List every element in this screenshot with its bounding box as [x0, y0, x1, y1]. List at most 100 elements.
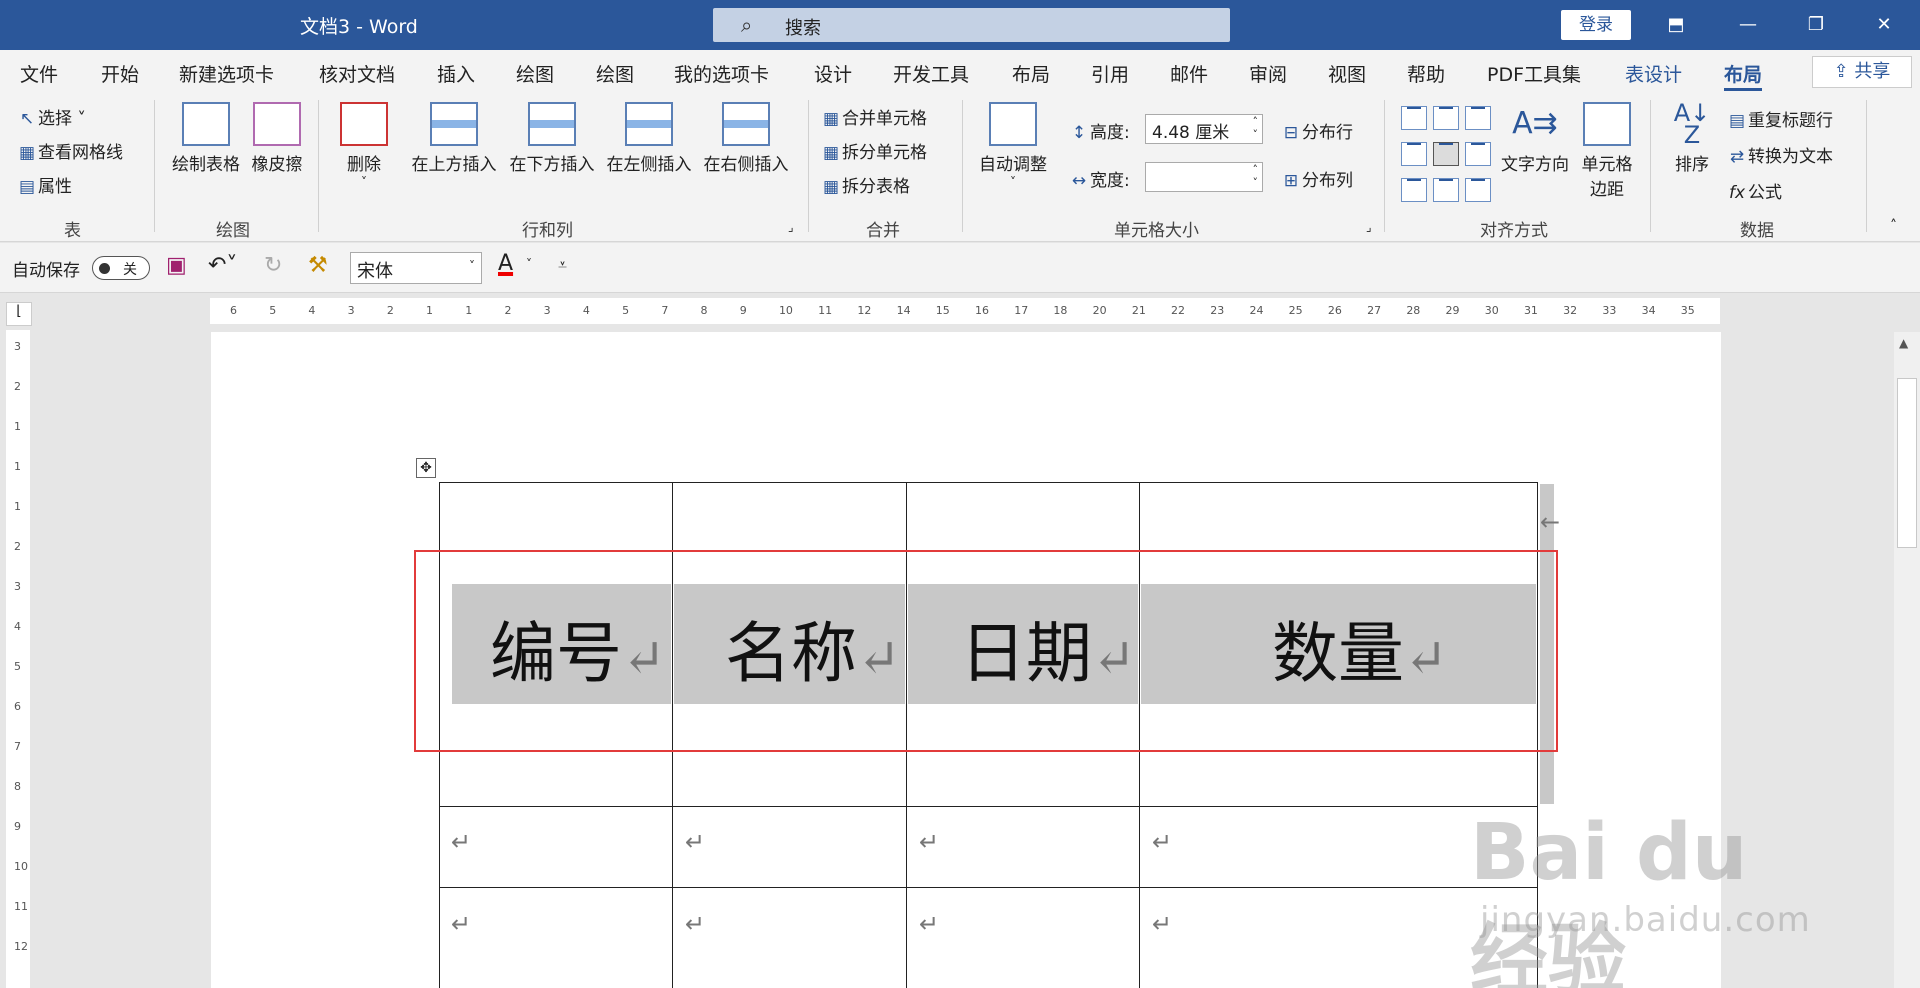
tab-table-layout[interactable]: 布局 [1724, 60, 1763, 91]
align-center-left-icon[interactable] [1401, 142, 1427, 166]
spinner-icon[interactable]: ˄ ˅ [1253, 163, 1259, 189]
table-move-handle-icon[interactable]: ✥ [416, 458, 436, 478]
scrollbar-thumb[interactable] [1897, 378, 1917, 548]
convert-to-text-label: 转换为文本 [1748, 147, 1833, 167]
paragraph-mark-icon[interactable]: ↵ [685, 910, 705, 938]
ribbon-display-options-icon[interactable]: ⬒ [1648, 0, 1704, 50]
ruler-tick-label: 3 [543, 304, 551, 317]
paragraph-mark-icon[interactable]: ↵ [451, 910, 471, 938]
align-top-center-icon[interactable] [1433, 106, 1459, 130]
collapse-ribbon-icon[interactable]: ˄ [1890, 218, 1897, 234]
customize-toolbar-icon[interactable]: ⩡ [558, 255, 567, 275]
align-bottom-left-icon[interactable] [1401, 178, 1427, 202]
vertical-ruler[interactable]: 3 2 1 1 1 2 3 4 5 6 7 8 9 10 11 12 [6, 330, 30, 988]
scroll-up-icon[interactable]: ▲ [1899, 336, 1908, 350]
sort-icon: A↓ Z [1673, 99, 1711, 149]
delete-button[interactable]: 删除 ˅ [336, 102, 392, 189]
cell-margins-button[interactable]: 单元格 边距 [1578, 102, 1636, 200]
text-direction-button[interactable]: A⇉ 文字方向 [1498, 102, 1572, 175]
sort-button[interactable]: A↓ Z 排序 [1668, 99, 1716, 175]
eraser-button[interactable]: 橡皮擦 [248, 102, 306, 175]
tab-review[interactable]: 审阅 [1249, 60, 1287, 87]
tab-references[interactable]: 引用 [1091, 60, 1129, 87]
merge-cells-button[interactable]: ▦ 合并单元格 [820, 104, 927, 129]
tab-table-design[interactable]: 表设计 [1625, 60, 1682, 87]
tab-design[interactable]: 设计 [814, 60, 852, 87]
properties-button[interactable]: ▤ 属性 [16, 172, 72, 197]
repeat-header-rows-button[interactable]: ▤ 重复标题行 [1726, 106, 1833, 131]
insert-above-button[interactable]: 在上方插入 [408, 102, 500, 175]
paragraph-mark-icon[interactable]: ↵ [1152, 828, 1172, 856]
draw-table-button[interactable]: 绘制表格 [168, 102, 244, 175]
column-width-input[interactable]: ˄ ˅ [1145, 162, 1263, 192]
tab-selector-icon[interactable]: ⌊ [6, 302, 32, 326]
ruler-tick-label: 4 [308, 304, 316, 317]
paragraph-mark-icon[interactable]: ↵ [919, 910, 939, 938]
tab-help[interactable]: 帮助 [1407, 60, 1445, 87]
tab-my-tab[interactable]: 我的选项卡 [674, 60, 769, 87]
font-color-dropdown-icon[interactable]: ˅ [526, 257, 532, 271]
font-color-icon[interactable]: A [498, 251, 513, 276]
tab-mailings[interactable]: 邮件 [1170, 60, 1208, 87]
ruler-tick-label: 10 [14, 860, 28, 873]
window-title: 文档3 - Word [300, 16, 418, 38]
autosave-toggle[interactable]: 关 [92, 256, 150, 280]
tab-layout[interactable]: 布局 [1012, 60, 1050, 87]
paragraph-mark-icon[interactable]: ↵ [919, 828, 939, 856]
view-gridlines-button[interactable]: ▦ 查看网格线 [16, 138, 123, 163]
align-bottom-center-icon[interactable] [1433, 178, 1459, 202]
format-painter-icon[interactable]: ⚒ [308, 253, 328, 278]
login-button[interactable]: 登录 [1561, 10, 1631, 40]
tab-new-tab[interactable]: 新建选项卡 [179, 60, 274, 87]
share-label: 共享 [1854, 61, 1891, 82]
align-center-icon[interactable] [1433, 142, 1459, 166]
restore-button[interactable]: ❐ [1788, 0, 1844, 50]
convert-to-text-button[interactable]: ⇄ 转换为文本 [1726, 142, 1833, 167]
tab-draw[interactable]: 绘图 [516, 60, 554, 87]
insert-right-button[interactable]: 在右侧插入 [700, 102, 792, 175]
tab-insert[interactable]: 插入 [437, 60, 475, 87]
share-button[interactable]: ⇪ 共享 [1812, 56, 1912, 88]
insert-left-button[interactable]: 在左侧插入 [603, 102, 695, 175]
rows-columns-dialog-launcher-icon[interactable]: ⌟ [788, 220, 794, 234]
tab-draw-2[interactable]: 绘图 [596, 60, 634, 87]
redo-icon[interactable]: ↻ [264, 253, 282, 278]
search-box[interactable]: ⌕ 搜索 [713, 8, 1230, 42]
paragraph-mark-icon[interactable]: ↵ [451, 828, 471, 856]
distribute-columns-button[interactable]: ⊞ 分布列 [1280, 166, 1353, 191]
grid-icon: ▦ [18, 143, 36, 163]
paragraph-mark-icon[interactable]: ↵ [685, 828, 705, 856]
tab-developer[interactable]: 开发工具 [893, 60, 969, 87]
distribute-columns-label: 分布列 [1302, 171, 1353, 191]
formula-button[interactable]: fx 公式 [1726, 178, 1782, 203]
align-center-right-icon[interactable] [1465, 142, 1491, 166]
tab-check-document[interactable]: 核对文档 [319, 60, 395, 87]
share-icon: ⇪ [1833, 61, 1855, 82]
font-name-select[interactable]: 宋体 ˅ [350, 252, 482, 284]
tab-pdf-tools[interactable]: PDF工具集 [1487, 60, 1581, 87]
horizontal-ruler[interactable]: 6 5 4 3 2 1 1 2 3 4 5 7 8 9 10 11 12 14 15 16 17 18 20 21 22 23 24… [210, 298, 1720, 324]
cell-size-dialog-launcher-icon[interactable]: ⌟ [1366, 220, 1372, 234]
autofit-button[interactable]: 自动调整 ˅ [974, 102, 1052, 189]
row-height-icon: ↕ [1071, 123, 1087, 143]
split-table-button[interactable]: ▦ 拆分表格 [820, 172, 910, 197]
tab-file[interactable]: 文件 [20, 60, 58, 87]
tab-home[interactable]: 开始 [101, 60, 139, 87]
close-button[interactable]: ✕ [1856, 0, 1912, 50]
vertical-scrollbar[interactable]: ▲ [1894, 332, 1920, 988]
distribute-rows-button[interactable]: ⊟ 分布行 [1280, 118, 1353, 143]
spinner-icon[interactable]: ˄ ˅ [1253, 115, 1259, 141]
tab-view[interactable]: 视图 [1328, 60, 1366, 87]
minimize-button[interactable]: — [1720, 0, 1776, 50]
align-top-left-icon[interactable] [1401, 106, 1427, 130]
align-bottom-right-icon[interactable] [1465, 178, 1491, 202]
undo-icon[interactable]: ↶˅ [208, 253, 237, 278]
split-cells-button[interactable]: ▦ 拆分单元格 [820, 138, 927, 163]
align-top-right-icon[interactable] [1465, 106, 1491, 130]
ruler-tick-label: 20 [1092, 304, 1107, 317]
paragraph-mark-icon[interactable]: ↵ [1152, 910, 1172, 938]
insert-below-button[interactable]: 在下方插入 [506, 102, 598, 175]
select-button[interactable]: ↖ 选择 ˅ [16, 104, 86, 129]
row-height-input[interactable]: 4.48 厘米 ˄ ˅ [1145, 114, 1263, 144]
save-icon[interactable]: ▣ [166, 253, 187, 278]
